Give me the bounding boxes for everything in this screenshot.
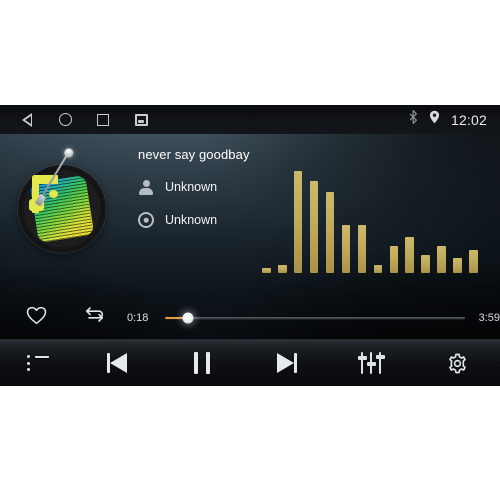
total-time: 3:59 xyxy=(478,311,500,324)
visualizer-bar xyxy=(357,224,367,273)
repeat-icon xyxy=(85,307,104,322)
status-bar: 12:02 xyxy=(0,105,500,134)
pause-button[interactable] xyxy=(160,340,244,387)
audio-visualizer xyxy=(262,163,478,273)
playlist-button[interactable] xyxy=(0,340,76,387)
seek-track xyxy=(165,316,465,319)
visualizer-bar xyxy=(389,245,399,273)
visualizer-bar xyxy=(437,245,446,273)
elapsed-time: 0:18 xyxy=(127,311,149,324)
music-note-icon xyxy=(29,175,63,215)
favorite-button[interactable] xyxy=(26,306,47,330)
location-icon xyxy=(429,110,440,129)
settings-button[interactable] xyxy=(414,340,500,387)
screenshot-icon xyxy=(134,113,148,126)
album-row: Unknown xyxy=(138,212,250,228)
bluetooth-icon xyxy=(409,110,418,129)
visualizer-bar xyxy=(325,191,335,273)
list-icon xyxy=(27,355,49,371)
transport-progress-row: 0:18 3:59 xyxy=(0,300,500,335)
home-circle-icon xyxy=(58,113,72,126)
playback-control-bar xyxy=(0,339,500,386)
visualizer-bar xyxy=(277,265,287,273)
visualizer-bar xyxy=(405,236,415,273)
person-icon xyxy=(138,179,154,195)
visualizer-bar xyxy=(309,180,319,273)
pause-icon xyxy=(193,352,211,374)
track-info: never say goodbay Unknown Unknown xyxy=(138,147,250,228)
gear-icon xyxy=(448,353,466,373)
nav-back-button[interactable] xyxy=(14,105,40,134)
visualizer-bar xyxy=(421,255,430,273)
nav-recents-button[interactable] xyxy=(90,105,116,134)
heart-icon xyxy=(26,306,47,324)
previous-button[interactable] xyxy=(76,340,160,387)
status-bar-indicators: 12:02 xyxy=(409,110,500,129)
repeat-button[interactable] xyxy=(83,305,106,330)
next-button[interactable] xyxy=(244,340,328,387)
visualizer-bar xyxy=(341,224,351,273)
visualizer-bar xyxy=(453,257,462,273)
visualizer-bar xyxy=(469,249,478,273)
equalizer-icon xyxy=(357,352,385,374)
album-name: Unknown xyxy=(165,213,218,227)
previous-icon xyxy=(107,353,129,373)
next-icon xyxy=(275,353,297,373)
album-art[interactable] xyxy=(18,154,106,253)
visualizer-bar xyxy=(293,170,303,273)
music-player-screen: 12:02 never say goodbay Unknown Unknown xyxy=(0,105,500,386)
seek-bar[interactable] xyxy=(165,311,465,325)
recents-square-icon xyxy=(97,113,109,126)
equalizer-button[interactable] xyxy=(328,340,414,387)
nav-home-button[interactable] xyxy=(52,105,78,134)
track-title: never say goodbay xyxy=(138,147,250,162)
back-arrow-icon xyxy=(22,112,32,127)
disc-icon xyxy=(138,212,154,228)
visualizer-bar xyxy=(373,265,383,273)
artist-row: Unknown xyxy=(138,179,250,195)
artist-name: Unknown xyxy=(165,180,218,194)
visualizer-bar xyxy=(262,267,271,273)
vinyl-record-icon xyxy=(18,165,106,253)
seek-thumb[interactable] xyxy=(182,312,193,323)
status-clock: 12:02 xyxy=(450,111,487,128)
nav-screenshot-button[interactable] xyxy=(128,105,154,134)
